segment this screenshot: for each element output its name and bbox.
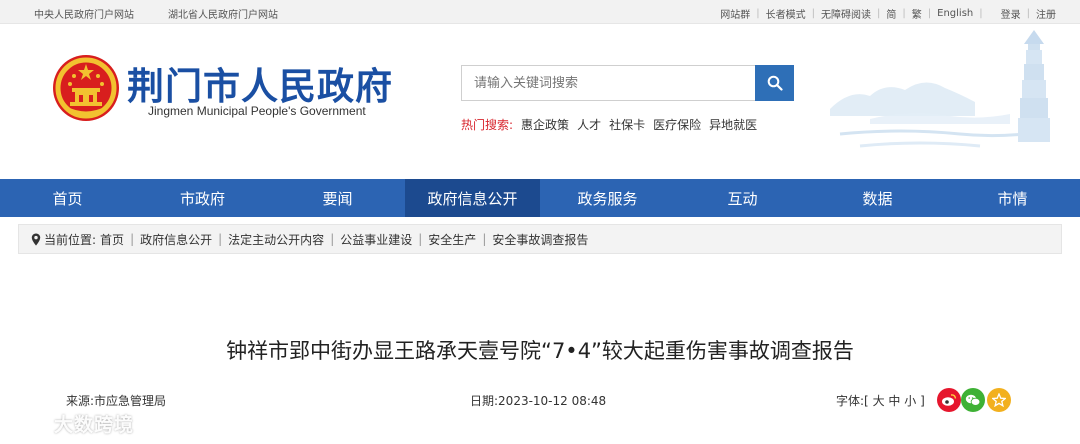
hot-keyword[interactable]: 异地就医	[709, 116, 757, 133]
font-size-medium[interactable]: 中	[888, 394, 900, 408]
link-accessibility[interactable]: 无障碍阅读	[815, 6, 877, 21]
watermark: 大数跨境	[8, 410, 134, 437]
nav-interaction[interactable]: 互动	[675, 179, 810, 217]
nav-home[interactable]: 首页	[0, 179, 135, 217]
article-date: 日期:2023-10-12 08:48	[470, 394, 607, 408]
breadcrumb-home[interactable]: 首页	[100, 231, 124, 248]
font-size-large[interactable]: 大	[873, 394, 885, 408]
search-icon	[767, 75, 783, 91]
article-title: 钟祥市郢中街办显王路承天壹号院“7•4”较大起重伤害事故调查报告	[226, 339, 854, 363]
watermark-text: 大数跨境	[54, 414, 135, 436]
search-input[interactable]	[461, 65, 755, 101]
divider: |	[979, 8, 983, 19]
site-header: 荆门市人民政府 Jingmen Municipal People's Gover…	[0, 24, 1080, 179]
site-title: 荆门市人民政府	[127, 65, 393, 108]
hot-keyword[interactable]: 人才	[577, 116, 601, 133]
share-wechat-button[interactable]	[961, 388, 985, 412]
star-icon	[992, 393, 1006, 407]
breadcrumb-public-welfare[interactable]: 公益事业建设	[340, 231, 412, 248]
breadcrumb-label: 当前位置:	[44, 232, 97, 247]
register-link[interactable]: 注册	[1030, 6, 1062, 21]
top-bar: 中央人民政府门户网站 湖北省人民政府门户网站 网站群 | 长者模式 | 无障碍阅…	[0, 0, 1080, 24]
breadcrumb-accident-reports[interactable]: 安全事故调查报告	[492, 231, 588, 248]
link-central-gov[interactable]: 中央人民政府门户网站	[34, 6, 134, 21]
nav-data[interactable]: 数据	[810, 179, 945, 217]
hot-keyword[interactable]: 惠企政策	[521, 116, 569, 133]
top-right-links: 网站群 | 长者模式 | 无障碍阅读 | 简 | 繁 | English | 登…	[714, 6, 1062, 21]
article-source: 来源:市应急管理局	[66, 394, 167, 408]
login-link[interactable]: 登录	[995, 6, 1027, 21]
breadcrumb-gov-info[interactable]: 政府信息公开	[140, 231, 212, 248]
link-site-group[interactable]: 网站群	[714, 6, 756, 21]
scenery-illustration	[830, 30, 1050, 148]
national-emblem-icon	[53, 55, 119, 121]
nav-news[interactable]: 要闻	[270, 179, 405, 217]
hot-search: 热门搜索: 惠企政策 人才 社保卡 医疗保险 异地就医	[461, 116, 765, 133]
hot-keyword[interactable]: 医疗保险	[653, 116, 701, 133]
breadcrumb-separator: |	[482, 232, 487, 246]
favorite-button[interactable]	[987, 388, 1011, 412]
breadcrumb-safety[interactable]: 安全生产	[428, 231, 476, 248]
site-title-en: Jingmen Municipal People's Government	[148, 104, 366, 118]
font-size-small[interactable]: 小	[904, 394, 916, 408]
breadcrumb-separator: |	[218, 232, 223, 246]
weibo-icon	[942, 394, 957, 406]
breadcrumb-separator: |	[330, 232, 335, 246]
breadcrumb-separator: |	[418, 232, 423, 246]
nav-gov-info-disclosure[interactable]: 政府信息公开	[405, 179, 540, 217]
main-nav: 首页 市政府 要闻 政府信息公开 政务服务 互动 数据 市情	[0, 179, 1080, 217]
wechat-icon	[965, 394, 981, 406]
hot-keyword[interactable]: 社保卡	[609, 116, 645, 133]
link-traditional[interactable]: 繁	[906, 6, 928, 21]
watermark-logo-icon	[8, 414, 48, 432]
location-pin-icon	[31, 233, 41, 245]
link-english[interactable]: English	[931, 8, 979, 19]
search-button[interactable]	[755, 65, 794, 101]
font-size-control: 字体:[ 大 中 小 ]	[836, 392, 925, 409]
nav-gov-services[interactable]: 政务服务	[540, 179, 675, 217]
nav-city-info[interactable]: 市情	[945, 179, 1080, 217]
font-size-bracket: ]	[920, 394, 925, 408]
breadcrumb: 当前位置: 首页 | 政府信息公开 | 法定主动公开内容 | 公益事业建设 | …	[18, 224, 1062, 254]
nav-city-gov[interactable]: 市政府	[135, 179, 270, 217]
breadcrumb-separator: |	[130, 232, 135, 246]
link-simplified[interactable]: 简	[880, 6, 902, 21]
link-elder-mode[interactable]: 长者模式	[760, 6, 812, 21]
top-left-links: 中央人民政府门户网站 湖北省人民政府门户网站	[34, 6, 278, 21]
breadcrumb-statutory[interactable]: 法定主动公开内容	[228, 231, 324, 248]
font-size-label: 字体:[	[836, 394, 869, 408]
hot-search-label: 热门搜索:	[461, 118, 514, 132]
link-hubei-gov[interactable]: 湖北省人民政府门户网站	[168, 6, 278, 21]
share-weibo-button[interactable]	[937, 388, 961, 412]
